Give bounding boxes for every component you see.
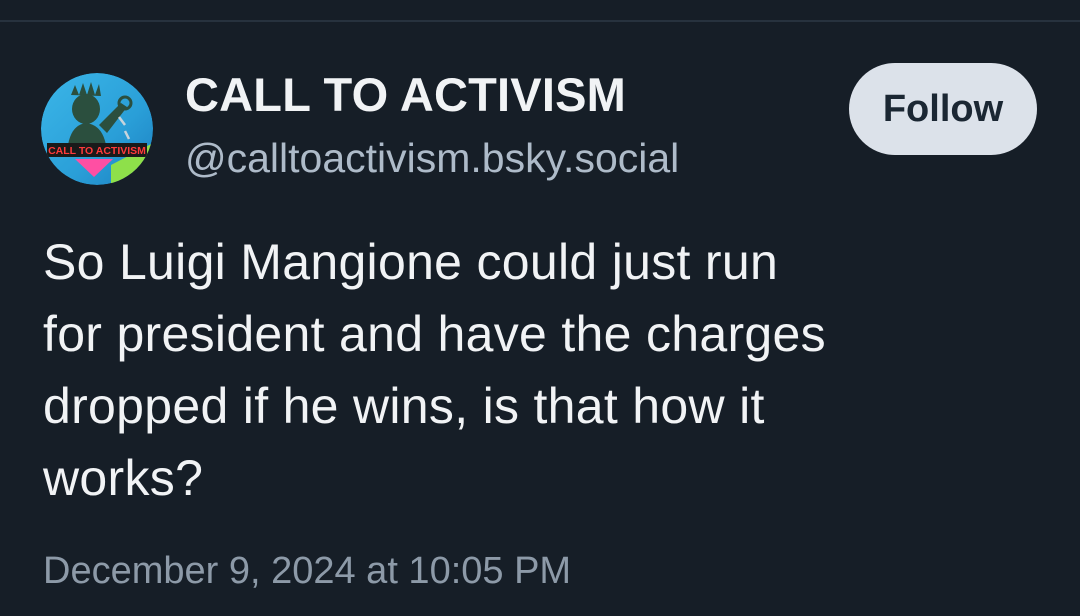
- avatar-image: CALL TO ACTIVISM: [41, 73, 153, 185]
- post-text-line: works?: [43, 450, 204, 506]
- divider: [0, 20, 1080, 22]
- post-body: So Luigi Mangione could just run for pre…: [43, 226, 1033, 514]
- follow-button[interactable]: Follow: [849, 63, 1037, 155]
- author-display-name[interactable]: CALL TO ACTIVISM: [185, 67, 626, 122]
- avatar-banner-text: CALL TO ACTIVISM: [48, 145, 146, 157]
- author-handle[interactable]: @calltoactivism.bsky.social: [185, 135, 679, 182]
- post-text-line: dropped if he wins, is that how it: [43, 378, 765, 434]
- post-text-line: So Luigi Mangione could just run: [43, 234, 779, 290]
- author-avatar[interactable]: CALL TO ACTIVISM: [41, 73, 153, 185]
- post-timestamp[interactable]: December 9, 2024 at 10:05 PM: [43, 550, 571, 593]
- post-card: CALL TO ACTIVISM CALL TO ACTIVISM @callt…: [0, 0, 1080, 616]
- post-text-line: for president and have the charges: [43, 306, 826, 362]
